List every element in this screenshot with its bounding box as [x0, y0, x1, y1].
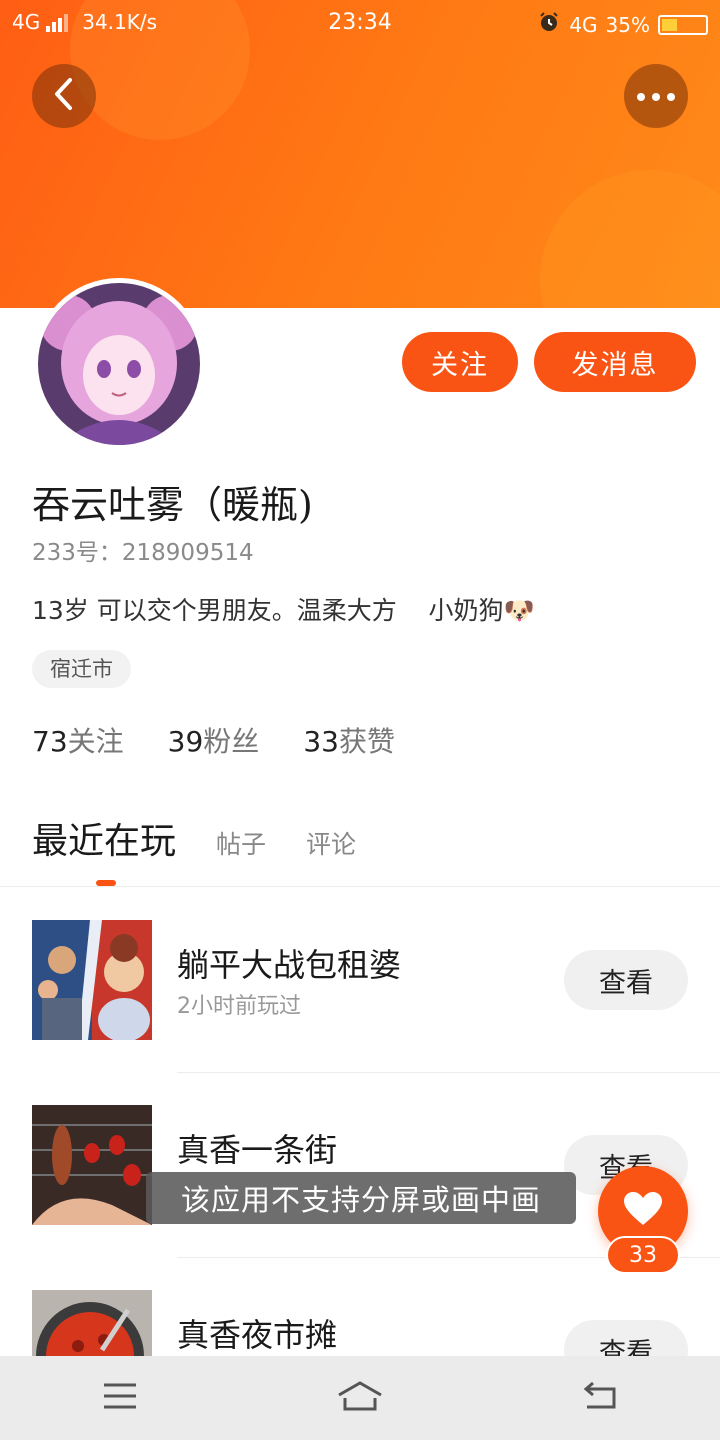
- view-button[interactable]: 查看: [564, 950, 688, 1010]
- status-bar: 4G 34.1K/s 23:34 4G 35%: [0, 0, 720, 46]
- game-thumbnail: [32, 920, 152, 1040]
- alarm-icon: [537, 10, 561, 39]
- stat-likes[interactable]: 33获赞: [303, 720, 395, 760]
- more-button[interactable]: [624, 64, 688, 128]
- stat-label: 关注: [67, 725, 124, 758]
- stat-label: 获赞: [338, 725, 395, 758]
- user-id: 233号：218909514: [32, 540, 254, 566]
- send-message-button[interactable]: 发消息: [534, 332, 696, 392]
- profile-stats: 73关注 39粉丝 33获赞: [32, 720, 395, 760]
- like-count-badge: 33: [606, 1236, 680, 1274]
- status-right: 4G 35%: [537, 10, 708, 39]
- list-item[interactable]: 躺平大战包租婆 2小时前玩过 查看: [0, 920, 720, 1105]
- stat-number: 39: [167, 725, 204, 758]
- nav-back-button[interactable]: [560, 1368, 640, 1428]
- tab-recently-played[interactable]: 最近在玩: [32, 812, 176, 864]
- battery-percent: 35%: [605, 12, 650, 37]
- game-subtitle: 2小时前玩过: [177, 994, 301, 1019]
- tab-posts[interactable]: 帖子: [216, 825, 266, 861]
- dog-emoji-icon: 🐶: [503, 596, 535, 625]
- more-dots-icon: [636, 87, 676, 106]
- menu-icon: [102, 1382, 138, 1414]
- stat-following[interactable]: 73关注: [32, 720, 124, 760]
- back-icon: [581, 1381, 619, 1415]
- back-button[interactable]: [32, 64, 96, 128]
- game-title: 真香夜市摊: [177, 1316, 338, 1354]
- banner-decoration: [540, 170, 720, 308]
- avatar[interactable]: [33, 278, 205, 450]
- avatar-image: [38, 283, 200, 445]
- profile-tabs: 最近在玩 帖子 评论: [32, 812, 356, 864]
- profile-name: 吞云吐雾（暖瓶): [32, 483, 313, 527]
- stat-followers[interactable]: 39粉丝: [168, 720, 260, 760]
- follow-button[interactable]: 关注: [402, 332, 518, 392]
- chevron-left-icon: [51, 77, 77, 115]
- system-nav-bar: [0, 1356, 720, 1440]
- game-thumbnail: [32, 1105, 152, 1225]
- home-icon: [336, 1380, 384, 1416]
- stat-label: 粉丝: [203, 725, 260, 758]
- bio-text: 13岁 可以交个男朋友。温柔大方 小奶狗: [32, 596, 504, 625]
- nav-home-button[interactable]: [320, 1368, 400, 1428]
- toast-message: 该应用不支持分屏或画中画: [146, 1172, 576, 1224]
- tab-comments[interactable]: 评论: [306, 825, 356, 861]
- stat-number: 33: [303, 725, 339, 758]
- game-title: 真香一条街: [177, 1131, 338, 1169]
- profile-bio: 13岁 可以交个男朋友。温柔大方 小奶狗🐶: [32, 591, 535, 627]
- divider: [0, 886, 720, 887]
- battery-icon: [658, 14, 708, 35]
- divider: [177, 1072, 720, 1073]
- stat-number: 73: [32, 725, 68, 758]
- network-type-right: 4G: [569, 12, 598, 37]
- profile-header-banner: [0, 0, 720, 308]
- nav-menu-button[interactable]: [80, 1368, 160, 1428]
- game-title: 躺平大战包租婆: [177, 946, 402, 984]
- heart-icon: [623, 1191, 663, 1231]
- city-tag: 宿迁市: [32, 650, 131, 688]
